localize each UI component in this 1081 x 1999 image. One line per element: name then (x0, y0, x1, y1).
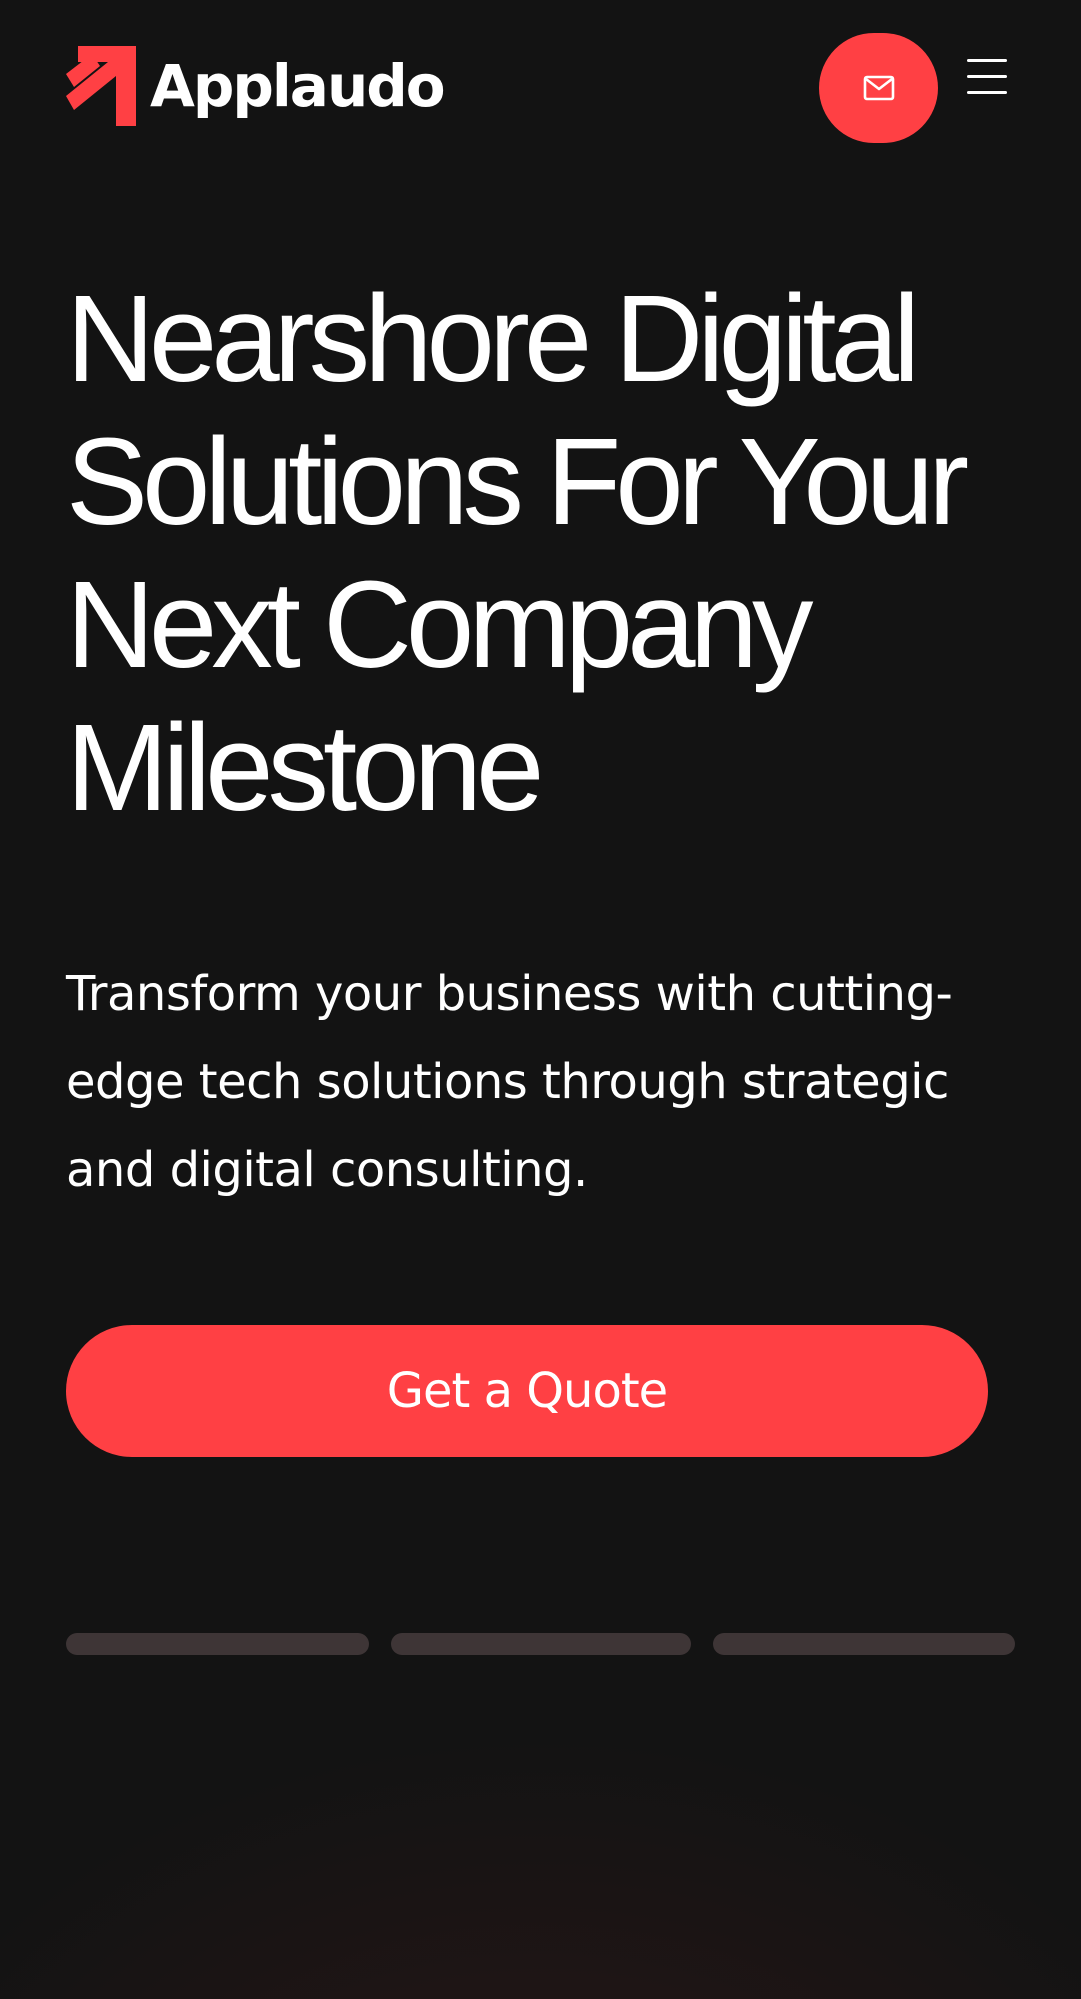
applaudo-logo-icon (66, 46, 136, 126)
slider-indicator-1[interactable] (66, 1633, 369, 1655)
hero-slider-indicators (66, 1633, 1015, 1655)
slider-indicator-3[interactable] (713, 1633, 1015, 1655)
slider-indicator-2[interactable] (391, 1633, 691, 1655)
hero-title-line: Milestone (66, 700, 544, 837)
hero-title-line: Nearshore Digital (66, 271, 920, 408)
get-a-quote-button[interactable]: Get a Quote (66, 1325, 988, 1457)
brand-logo[interactable]: Applaudo (66, 46, 446, 126)
hero-title-line: Solutions For Your (66, 414, 969, 551)
site-header: Applaudo (0, 0, 1081, 175)
envelope-icon (863, 75, 894, 101)
contact-mail-button[interactable] (819, 33, 938, 143)
hero-title: Nearshore Digital Solutions For Your Nex… (66, 268, 1026, 840)
brand-name: Applaudo (150, 52, 446, 120)
menu-bar (967, 75, 1007, 78)
hero-title-line: Next Company (66, 557, 813, 694)
menu-bar (967, 91, 1007, 94)
menu-bar (967, 59, 1007, 62)
hero-subtitle: Transform your business with cutting-edg… (66, 966, 953, 1198)
hamburger-menu-icon[interactable] (961, 52, 1013, 102)
